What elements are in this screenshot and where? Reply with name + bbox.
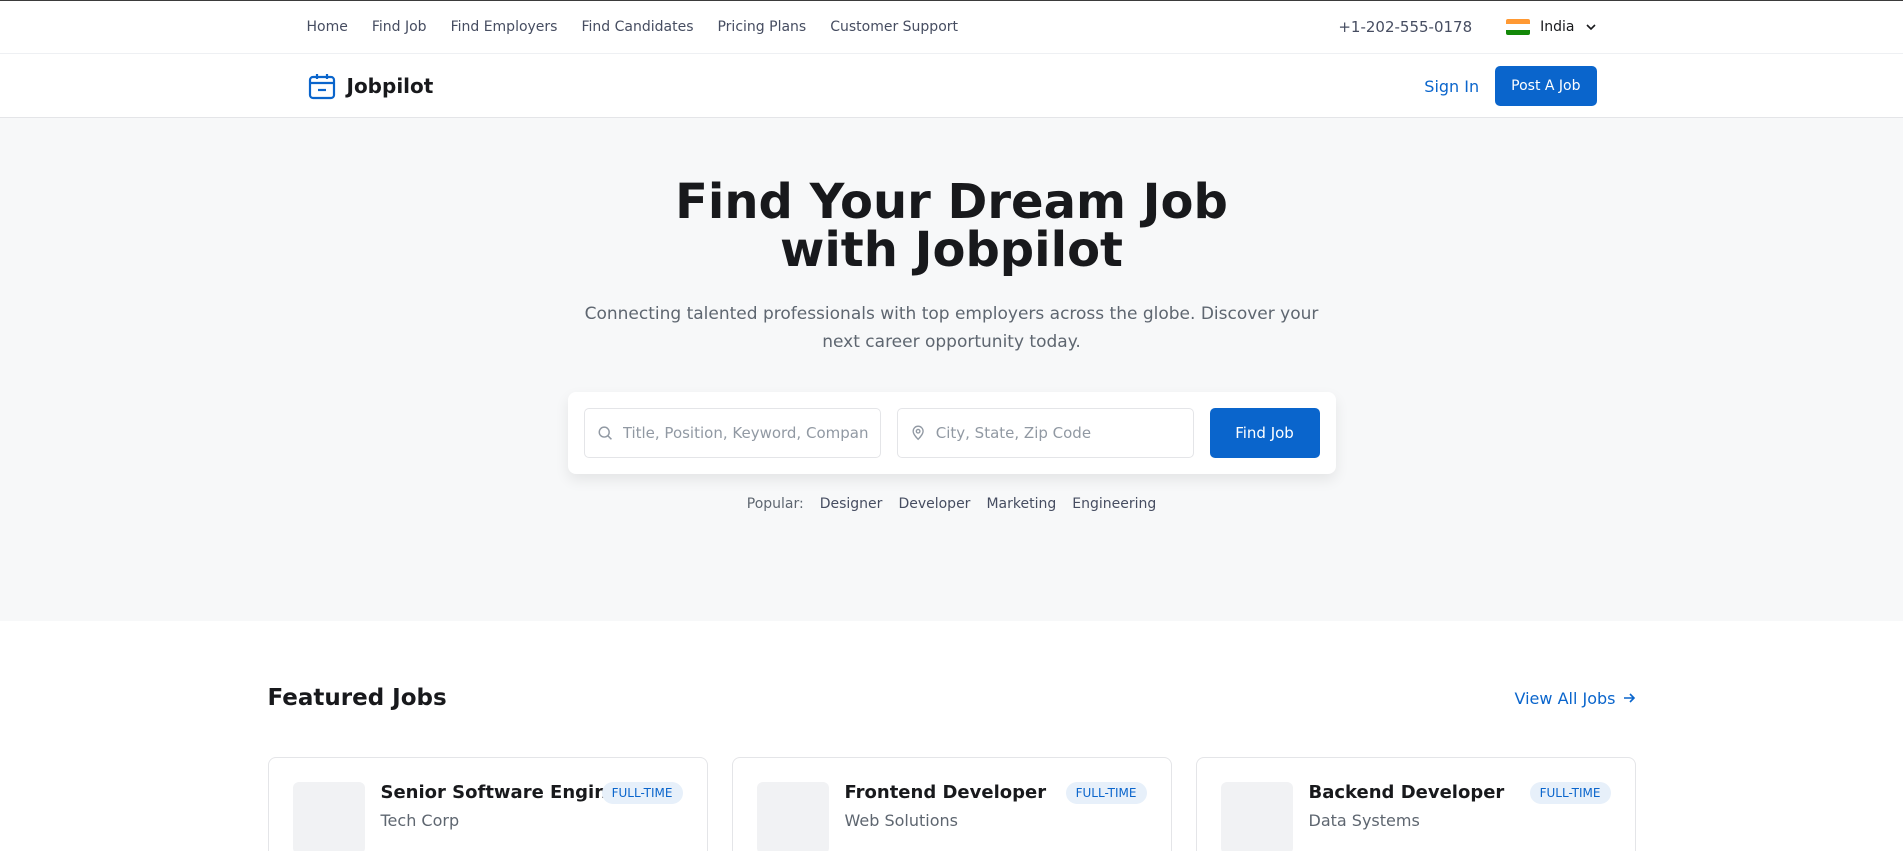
title-search-field [583,408,881,458]
search-icon [598,426,612,440]
find-job-button[interactable]: Find Job [1209,408,1320,458]
view-all-jobs-link[interactable]: View All Jobs [1515,689,1636,708]
nav-find-employers[interactable]: Find Employers [451,19,558,35]
chevron-down-icon [1585,24,1596,31]
nav-customer-support[interactable]: Customer Support [830,19,958,35]
featured-title: Featured Jobs [267,685,447,711]
view-all-label: View All Jobs [1514,688,1616,708]
hero-title: Find Your Dream Job with Jobpilot [675,174,1228,278]
company-name: Web Solutions [844,811,958,830]
nav-home[interactable]: Home [307,19,348,35]
featured-jobs-section: Featured Jobs View All Jobs Senior Softw… [267,621,1636,851]
popular-tag-designer[interactable]: Designer [820,496,883,512]
main-header: Jobpilot Sign In Post A Job [0,54,1903,118]
location-search-input[interactable] [935,424,1181,442]
title-search-input[interactable] [622,424,868,442]
hero-subtitle: Connecting talented professionals with t… [584,304,1319,352]
job-title: Backend Developer [1308,782,1505,803]
briefcase-calendar-icon [308,74,335,100]
company-logo [1220,782,1293,851]
job-card[interactable]: Frontend Developer Web Solutions FULL-TI… [731,757,1172,851]
nav-find-job[interactable]: Find Job [372,19,427,35]
top-bar: Home Find Job Find Employers Find Candid… [0,0,1903,54]
brand-name: Jobpilot [346,74,434,98]
phone-number: +1-202-555-0178 [1338,18,1473,36]
top-nav: Home Find Job Find Employers Find Candid… [307,19,959,35]
arrow-right-icon [1623,693,1635,703]
popular-label: Popular: [746,496,804,512]
nav-find-candidates[interactable]: Find Candidates [581,19,693,35]
location-search-field [896,408,1194,458]
job-card[interactable]: Senior Software Engineer Tech Corp FULL-… [267,757,708,851]
job-type-badge: FULL-TIME [601,782,683,804]
popular-tag-engineering[interactable]: Engineering [1072,496,1156,512]
popular-searches: Popular: Designer Developer Marketing En… [0,496,1903,512]
language-selector[interactable]: India [1506,19,1596,35]
search-bar: Find Job [567,392,1336,474]
nav-pricing-plans[interactable]: Pricing Plans [717,19,806,35]
brand-logo[interactable]: Jobpilot [307,71,434,101]
india-flag-icon [1506,19,1531,35]
post-job-button[interactable]: Post A Job [1495,66,1597,106]
company-name: Tech Corp [380,811,460,830]
job-card[interactable]: Backend Developer Data Systems FULL-TIME [1195,757,1636,851]
location-pin-icon [911,425,924,441]
company-logo [756,782,829,851]
language-label: India [1540,19,1575,35]
job-title: Frontend Developer [844,782,1047,803]
company-name: Data Systems [1308,811,1420,830]
company-logo [292,782,365,851]
popular-tag-marketing[interactable]: Marketing [986,496,1056,512]
hero-section: Find Your Dream Job with Jobpilot Connec… [0,118,1903,621]
sign-in-link[interactable]: Sign In [1424,77,1479,96]
job-type-badge: FULL-TIME [1065,782,1147,804]
job-type-badge: FULL-TIME [1529,782,1611,804]
popular-tag-developer[interactable]: Developer [898,496,970,512]
